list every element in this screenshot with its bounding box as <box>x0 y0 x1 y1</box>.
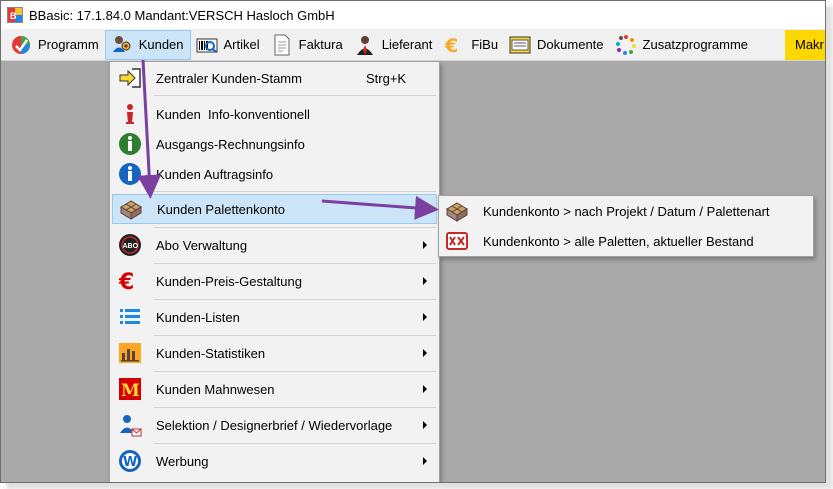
statistics-icon <box>116 339 144 367</box>
fibu-icon: € <box>442 33 466 57</box>
menu-programm-label: Programm <box>38 37 99 52</box>
separator <box>154 335 436 336</box>
menu-item-ausgangs-rechnungsinfo[interactable]: Ausgangs-Rechnungsinfo <box>112 129 437 159</box>
menu-item-kunden-listen[interactable]: Kunden-Listen <box>112 302 437 332</box>
menu-item-kunden-palettenkonto[interactable]: Kunden Palettenkonto <box>112 194 437 224</box>
palettenkonto-submenu: Kundenkonto > nach Projekt / Datum / Pal… <box>438 195 814 257</box>
menu-item-label: Ausgangs-Rechnungsinfo <box>156 136 305 152</box>
menu-item-kunden-info-konventionell[interactable]: Kunden Info-konventionell <box>112 99 437 129</box>
menu-faktura-label: Faktura <box>298 37 343 52</box>
menu-item-selektion-designerbrief-wiedervorlage[interactable]: Selektion / Designerbrief / Wiedervorlag… <box>112 410 437 440</box>
window-title: BBasic: 17.1.84.0 Mandant:VERSCH Hasloch… <box>29 7 335 23</box>
pallets-red-icon <box>443 227 471 255</box>
menu-item-kunden-statistiken[interactable]: Kunden-Statistiken <box>112 338 437 368</box>
menu-item-kunden-auftragsinfo[interactable]: Kunden Auftragsinfo <box>112 159 437 189</box>
menu-item-label: Werbung <box>156 453 209 469</box>
svg-text:€: € <box>444 35 458 56</box>
faktura-icon <box>270 33 294 57</box>
title-bar: B BBasic: 17.1.84.0 Mandant:VERSCH Haslo… <box>1 1 825 29</box>
app-icon: B <box>7 7 23 23</box>
submenu-item-label: Kundenkonto > nach Projekt / Datum / Pal… <box>483 203 770 219</box>
menu-artikel[interactable]: Artikel <box>191 30 266 60</box>
dokumente-icon <box>508 33 532 57</box>
menu-bar: Programm Kunden Artikel Faktura Lieferan… <box>1 29 825 61</box>
menu-lieferant-label: Lieferant <box>381 37 433 52</box>
menu-item-label: Selektion / Designerbrief / Wiedervorlag… <box>156 417 393 433</box>
artikel-icon <box>195 33 219 57</box>
app-window: B BBasic: 17.1.84.0 Mandant:VERSCH Haslo… <box>0 0 826 483</box>
lieferant-icon <box>353 33 377 57</box>
menu-item-abo-verwaltung[interactable]: ABO Abo Verwaltung <box>112 230 437 260</box>
mahnwesen-icon: M <box>116 375 144 403</box>
svg-text:W: W <box>123 455 137 470</box>
menu-item-werbung[interactable]: W Werbung <box>112 446 437 476</box>
menu-item-label: Kunden Info-konventionell <box>156 106 310 122</box>
menu-item-label: Kunden Mahnwesen <box>156 381 275 397</box>
menu-artikel-label: Artikel <box>223 37 260 52</box>
menu-lieferant[interactable]: Lieferant <box>349 30 439 60</box>
info-green-icon <box>116 130 144 158</box>
separator <box>154 95 436 96</box>
separator <box>154 371 436 372</box>
submenu-item-label: Kundenkonto > alle Paletten, aktueller B… <box>483 233 754 249</box>
euro-icon: € <box>116 267 144 295</box>
menu-dokumente[interactable]: Dokumente <box>504 30 609 60</box>
menu-faktura[interactable]: Faktura <box>266 30 349 60</box>
submenu-item-kundenkonto-nach-projekt[interactable]: Kundenkonto > nach Projekt / Datum / Pal… <box>441 197 811 225</box>
separator <box>154 299 436 300</box>
werbung-icon: W <box>116 447 144 475</box>
submenu-arrow-icon <box>423 421 427 429</box>
separator <box>154 227 436 228</box>
shortcut-label: Strg+K <box>366 70 407 86</box>
abo-icon: ABO <box>116 231 144 259</box>
separator <box>154 443 436 444</box>
submenu-arrow-icon <box>423 313 427 321</box>
menu-fibu-label: FiBu <box>471 37 499 52</box>
selection-icon <box>116 411 144 439</box>
menu-item-kunden-mahnwesen[interactable]: M Kunden Mahnwesen <box>112 374 437 404</box>
submenu-arrow-icon <box>423 457 427 465</box>
menu-makro-label: Makr <box>795 37 824 52</box>
menu-kunden-label: Kunden <box>138 37 184 52</box>
menu-fibu[interactable]: € FiBu <box>438 30 504 60</box>
separator <box>154 407 436 408</box>
menu-zusatzprogramme[interactable]: Zusatzprogramme <box>610 30 754 60</box>
svg-text:€: € <box>118 270 134 293</box>
zusatzprogramme-icon <box>614 33 638 57</box>
menu-makro[interactable]: Makr <box>785 29 825 60</box>
submenu-arrow-icon <box>423 385 427 393</box>
pallet-icon <box>117 195 145 223</box>
menu-item-label: Kunden-Listen <box>156 309 240 325</box>
arrow-into-icon <box>116 64 144 92</box>
menu-kunden[interactable]: Kunden <box>104 29 191 60</box>
submenu-item-kundenkonto-alle-paletten[interactable]: Kundenkonto > alle Paletten, aktueller B… <box>441 227 811 255</box>
menu-item-label: Kunden-Preis-Gestaltung <box>156 273 302 289</box>
svg-text:M: M <box>121 381 140 401</box>
separator <box>154 191 436 192</box>
pallet-icon <box>443 197 471 225</box>
menu-item-label: Kunden Palettenkonto <box>157 201 285 217</box>
kunden-icon <box>110 33 134 57</box>
menu-item-kunden-preis-gestaltung[interactable]: € Kunden-Preis-Gestaltung <box>112 266 437 296</box>
separator <box>154 263 436 264</box>
info-red-icon <box>116 100 144 128</box>
kunden-dropdown-menu: Zentraler Kunden-Stamm Strg+K Kunden Inf… <box>109 61 440 482</box>
menu-item-label: Zentraler Kunden-Stamm <box>156 70 302 86</box>
menu-item-label: Abo Verwaltung <box>156 237 248 253</box>
menu-item-zentraler-kunden-stamm[interactable]: Zentraler Kunden-Stamm Strg+K <box>112 63 437 93</box>
info-blue-icon <box>116 160 144 188</box>
menu-zusatzprogramme-label: Zusatzprogramme <box>642 37 749 52</box>
list-icon <box>116 303 144 331</box>
submenu-arrow-icon <box>423 349 427 357</box>
menu-dokumente-label: Dokumente <box>537 37 604 52</box>
menu-item-label: Kunden Auftragsinfo <box>156 166 274 182</box>
submenu-arrow-icon <box>423 277 427 285</box>
programm-icon <box>9 33 33 57</box>
menu-item-label: Kunden-Statistiken <box>156 345 266 361</box>
svg-text:B: B <box>10 11 17 21</box>
submenu-arrow-icon <box>423 241 427 249</box>
menu-programm[interactable]: Programm <box>5 30 105 60</box>
svg-text:ABO: ABO <box>123 243 139 250</box>
